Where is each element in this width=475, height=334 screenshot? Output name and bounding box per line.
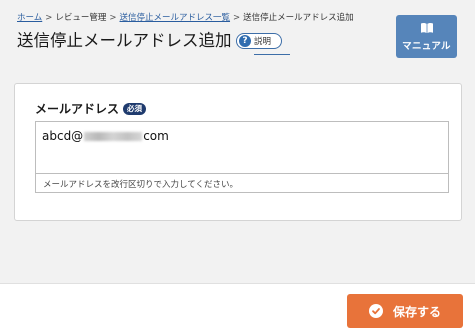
breadcrumb-review: レビュー管理 [55,13,107,23]
help-button[interactable]: ? 説明 [236,33,282,49]
email-field-label-row: メールアドレス 必須 [35,100,147,117]
breadcrumb-home-link[interactable]: ホーム [17,13,42,23]
footer-bar: 保存する [0,283,475,334]
help-label: 説明 [254,37,272,47]
email-hint: メールアドレスを改行区切りで入力してください。 [35,173,449,193]
email-field-label: メールアドレス [35,102,120,116]
breadcrumb: ホーム > レビュー管理 > 送信停止メールアドレス一覧 > 送信停止メールアドレス追加 [17,13,354,24]
save-button-label: 保存する [392,304,441,319]
breadcrumb-separator: > [233,13,241,23]
email-form-card: メールアドレス 必須 abcd@ com メールアドレスを改行区切りで入力してくだ… [14,83,462,221]
email-suffix: com [143,129,169,143]
breadcrumb-separator: > [109,13,117,23]
email-textarea[interactable]: abcd@ com [35,121,449,173]
email-value: abcd@ com [42,129,169,143]
breadcrumb-list-link[interactable]: 送信停止メールアドレス一覧 [120,13,231,23]
breadcrumb-separator: > [45,13,53,23]
breadcrumb-current: 送信停止メールアドレス追加 [243,13,354,23]
page-title: 送信停止メールアドレス追加 [17,31,232,50]
save-button[interactable]: 保存する [347,294,463,328]
email-hint-text: メールアドレスを改行区切りで入力してください。 [43,180,238,190]
check-circle-icon [368,304,383,318]
help-underline [254,54,290,55]
email-prefix: abcd@ [42,129,84,143]
required-badge: 必須 [123,102,147,115]
main-content: ホーム > レビュー管理 > 送信停止メールアドレス一覧 > 送信停止メールアドレス追加 送… [0,0,475,283]
manual-button-label: マニュアル [402,40,451,52]
redacted-domain [84,132,143,141]
book-icon [420,22,433,33]
manual-button[interactable]: マニュアル [396,15,457,58]
question-icon: ? [239,35,251,47]
